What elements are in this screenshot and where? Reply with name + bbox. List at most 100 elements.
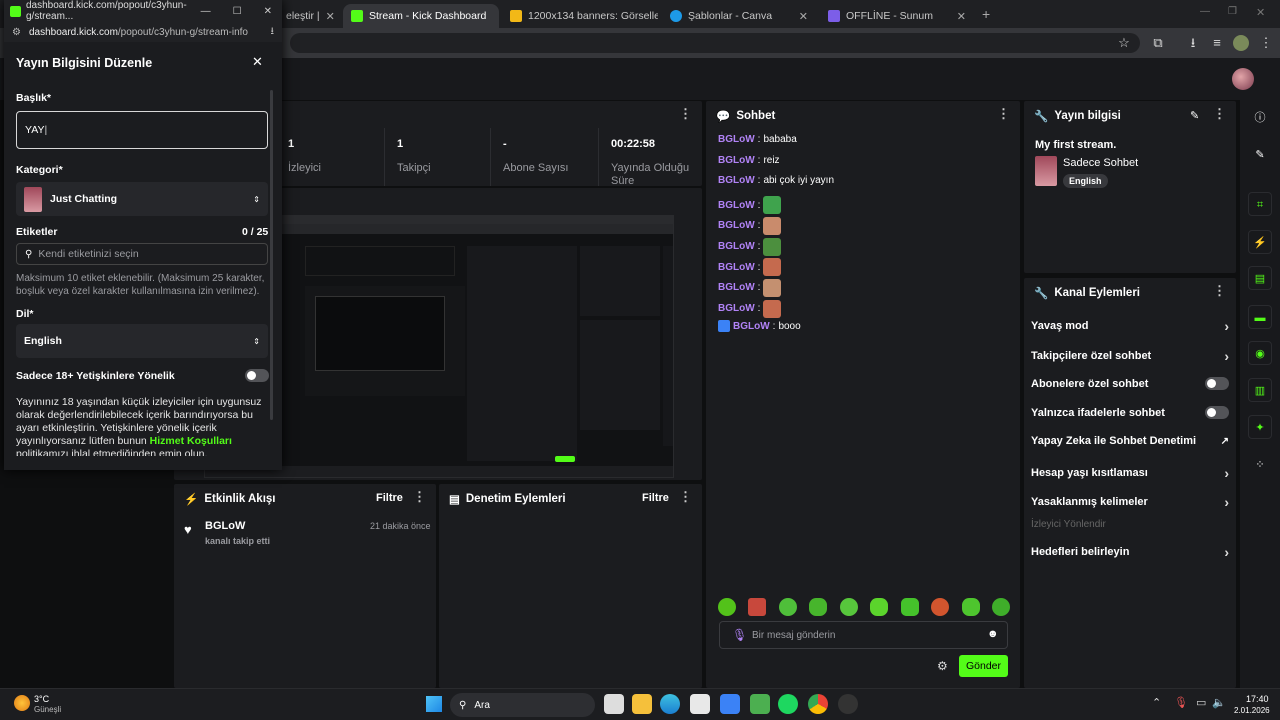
close-icon[interactable]: ✕	[799, 10, 808, 23]
emote-icon[interactable]	[900, 598, 919, 616]
chat-username[interactable]: BGLoW	[718, 175, 755, 186]
chevron-up-icon[interactable]: ⌃	[1152, 696, 1161, 709]
close-icon[interactable]: ✕	[252, 54, 263, 70]
site-settings-icon[interactable]: ⚙	[12, 27, 21, 38]
close-icon[interactable]: ✕	[326, 10, 335, 23]
document-icon[interactable]: ▤	[1248, 266, 1272, 290]
browser-tab[interactable]: 1200x134 banners: Görselleri g ✕	[502, 4, 658, 28]
volume-icon[interactable]: 🔈	[1212, 696, 1226, 709]
more-icon[interactable]: ⋮	[679, 490, 692, 503]
channel-action-item[interactable]: Abonelere özel sohbet	[1031, 377, 1229, 390]
user-avatar[interactable]	[1232, 68, 1254, 90]
popup-url-bar[interactable]: ⚙ dashboard.kick.com/popout/c3yhun-g/str…	[4, 22, 282, 42]
title-input[interactable]: YAY |	[16, 111, 268, 149]
menu-icon[interactable]: ⋮	[1258, 35, 1274, 51]
chat-username[interactable]: BGLoW	[718, 241, 755, 252]
emote-icon[interactable]	[870, 598, 889, 616]
channel-action-item[interactable]: Hedefleri belirleyin ›	[1031, 544, 1229, 560]
store-icon[interactable]	[690, 694, 710, 714]
pencil-icon[interactable]: ✎	[1248, 143, 1272, 167]
minecraft-icon[interactable]	[750, 694, 770, 714]
download-icon[interactable]: ⭳	[271, 24, 283, 41]
browser-tab[interactable]: OFFLİNE - Sunum ✕	[820, 4, 974, 28]
download-icon[interactable]: ⭳	[1185, 35, 1201, 51]
chat-username[interactable]: BGLoW	[718, 155, 755, 166]
microphone-icon[interactable]: 🎙	[732, 628, 747, 642]
profile-icon[interactable]	[1233, 35, 1249, 51]
chat-username[interactable]: BGLoW	[718, 262, 755, 273]
chat-input[interactable]: 🎙 Bir mesaj gönderin ☻	[719, 621, 1008, 649]
chat-username[interactable]: BGLoW	[718, 220, 755, 231]
star-icon[interactable]: ☆	[1116, 35, 1132, 51]
emote-icon[interactable]	[991, 598, 1010, 616]
chat-username[interactable]: BGLoW	[718, 282, 755, 293]
toggle-switch[interactable]	[1205, 377, 1229, 390]
more-icon[interactable]: ⋮	[679, 107, 692, 120]
capture-icon[interactable]: ⌗	[1248, 192, 1272, 216]
extensions-icon[interactable]: ⧉	[1150, 35, 1166, 51]
obs-icon[interactable]	[838, 694, 858, 714]
stream-category[interactable]: Sadece Sohbet	[1063, 157, 1138, 169]
emote-icon[interactable]	[839, 598, 858, 616]
chat-bubble-icon[interactable]: ▬	[1248, 305, 1272, 329]
broadcast-icon[interactable]: ◉	[1248, 341, 1272, 365]
channel-action-item[interactable]: Yasaklanmış kelimeler ›	[1031, 494, 1229, 510]
chrome-icon[interactable]	[808, 694, 828, 714]
chat-username[interactable]: BGLoW	[718, 200, 755, 211]
folder-icon[interactable]	[632, 694, 652, 714]
address-bar[interactable]	[290, 33, 1140, 53]
chat-username[interactable]: BGLoW	[718, 134, 755, 145]
taskview-icon[interactable]	[604, 694, 624, 714]
channel-action-item[interactable]: Yapay Zeka ile Sohbet Denetimi ↗	[1031, 435, 1229, 447]
chat-username[interactable]: BGLoW	[733, 321, 770, 332]
channel-action-item[interactable]: Yalnızca ifadelerle sohbet	[1031, 406, 1229, 419]
minimize-icon[interactable]: —	[201, 6, 211, 17]
language-select[interactable]: English ⇕	[16, 324, 268, 358]
minimize-icon[interactable]: —	[1200, 6, 1210, 17]
layout-icon[interactable]: ▥	[1248, 378, 1272, 402]
browser-tab[interactable]: Şablonlar - Canva ✕	[662, 4, 816, 28]
chat-username[interactable]: BGLoW	[718, 303, 755, 314]
close-icon[interactable]: ✕	[957, 10, 966, 23]
close-window-icon[interactable]: ✕	[1256, 6, 1265, 19]
emote-icon[interactable]	[778, 598, 797, 616]
tags-input[interactable]: ⚲ Kendi etiketinizi seçin	[16, 243, 268, 265]
lightning-icon[interactable]: ⚡	[1248, 230, 1272, 254]
more-icon[interactable]: ⋮	[413, 490, 426, 503]
category-select[interactable]: Just Chatting ⇕	[16, 182, 268, 216]
close-icon[interactable]: ✕	[264, 6, 272, 17]
channel-action-item[interactable]: Yavaş mod ›	[1031, 318, 1229, 334]
media-icon[interactable]: ≡	[1209, 35, 1225, 51]
microphone-icon[interactable]: 🎙	[1174, 696, 1188, 709]
maximize-icon[interactable]: ☐	[233, 6, 242, 17]
emote-icon[interactable]	[931, 598, 950, 616]
popup-scrollbar[interactable]	[270, 90, 273, 420]
adult-toggle[interactable]	[245, 369, 269, 382]
maximize-icon[interactable]: ❐	[1228, 6, 1237, 17]
taskbar-search[interactable]: ⚲ Ara	[450, 693, 595, 717]
toggle-switch[interactable]	[1205, 406, 1229, 419]
info-icon[interactable]: ⓘ	[1248, 106, 1272, 130]
channel-action-item[interactable]: Takipçilere özel sohbet ›	[1031, 348, 1229, 364]
emote-icon[interactable]	[748, 598, 767, 616]
emote-icon[interactable]	[718, 598, 736, 616]
settings-icon[interactable]: ⚙	[937, 659, 948, 673]
network-icon[interactable]: ▭	[1196, 696, 1206, 709]
apps-icon[interactable]: ⁘	[1248, 453, 1272, 477]
filter-button[interactable]: Filtre	[376, 492, 403, 504]
channel-action-item[interactable]: Hesap yaşı kısıtlaması ›	[1031, 465, 1229, 481]
emoji-icon[interactable]: ☻	[987, 628, 999, 640]
new-tab-icon[interactable]: +	[982, 6, 990, 22]
browser-tab-active[interactable]: Stream - Kick Dashboard 🔊 ✕	[343, 4, 499, 28]
more-icon[interactable]: ⋮	[997, 107, 1010, 120]
wrench-icon[interactable]: ✦	[1248, 415, 1272, 439]
emote-icon[interactable]	[809, 598, 828, 616]
app-icon[interactable]	[720, 694, 740, 714]
event-user[interactable]: BGLoW	[205, 520, 245, 532]
emote-icon[interactable]	[961, 598, 980, 616]
windows-start-icon[interactable]	[426, 696, 442, 712]
browser-tab[interactable]: eleştir | ✕	[278, 4, 340, 28]
more-icon[interactable]: ⋮	[1213, 107, 1226, 120]
send-button[interactable]: Gönder	[959, 655, 1008, 677]
edit-icon[interactable]: ✎	[1190, 109, 1199, 122]
